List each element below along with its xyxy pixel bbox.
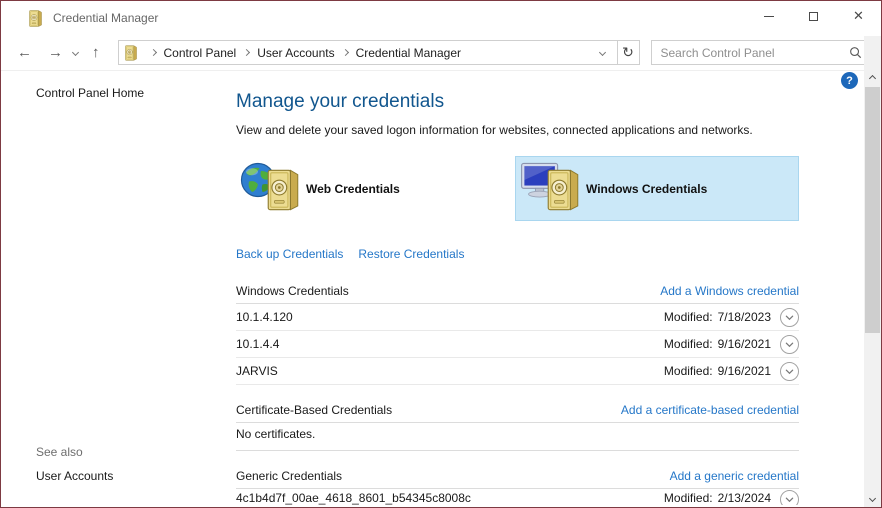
titlebar: Credential Manager ✕	[1, 1, 881, 35]
scroll-up-button[interactable]	[864, 70, 881, 87]
section-title: Windows Credentials	[236, 284, 349, 298]
credential-row: 10.1.4.120 Modified: 7/18/2023	[236, 304, 799, 331]
sidebar-see-also-label: See also	[36, 445, 83, 459]
scroll-down-button[interactable]	[864, 490, 881, 507]
minimize-icon	[763, 15, 774, 17]
modified-date: 2/13/2024	[717, 491, 771, 505]
credential-name: 10.1.4.4	[236, 337, 280, 351]
credential-actions: Back up Credentials Restore Credentials	[236, 247, 464, 261]
modified-date: 9/16/2021	[717, 364, 771, 378]
credential-name: JARVIS	[236, 364, 278, 378]
tab-web-credentials[interactable]: Web Credentials	[236, 156, 514, 221]
credential-modified: Modified: 2/13/2024	[664, 490, 771, 505]
maximize-icon	[809, 11, 818, 21]
chevron-down-icon	[781, 490, 798, 505]
chevron-down-icon	[598, 48, 606, 57]
tab-label: Windows Credentials	[586, 181, 708, 196]
page-description: View and delete your saved logon informa…	[236, 123, 753, 137]
credential-row: 10.1.4.4 Modified: 9/16/2021	[236, 331, 799, 358]
credential-row: JARVIS Modified: 9/16/2021	[236, 358, 799, 385]
add-certificate-credential-link[interactable]: Add a certificate-based credential	[621, 403, 799, 417]
modified-label: Modified:	[663, 310, 713, 324]
divider	[236, 450, 799, 451]
breadcrumb-separator[interactable]	[149, 48, 157, 57]
chevron-down-icon	[71, 48, 80, 57]
certificate-credentials-section-header: Certificate-Based Credentials Add a cert…	[236, 403, 799, 417]
window-controls: ✕	[746, 1, 881, 31]
back-button[interactable]: ←	[9, 45, 40, 60]
refresh-button[interactable]: ↻	[616, 40, 640, 65]
safe-icon	[547, 169, 579, 211]
add-windows-credential-link[interactable]: Add a Windows credential	[660, 284, 799, 298]
chevron-down-icon	[868, 494, 877, 503]
address-dropdown-button[interactable]	[592, 48, 613, 57]
minimize-button[interactable]	[746, 1, 791, 31]
divider	[236, 422, 799, 423]
sidebar-item-user-accounts[interactable]: User Accounts	[36, 469, 113, 483]
maximize-button[interactable]	[791, 1, 836, 31]
vertical-scrollbar[interactable]	[864, 36, 881, 507]
restore-credentials-link[interactable]: Restore Credentials	[358, 247, 464, 261]
close-button[interactable]: ✕	[836, 1, 881, 31]
up-button[interactable]: ↑	[84, 45, 108, 60]
forward-button[interactable]: →	[40, 45, 71, 60]
backup-credentials-link[interactable]: Back up Credentials	[236, 247, 343, 261]
add-generic-credential-link[interactable]: Add a generic credential	[670, 469, 799, 483]
navigation-bar: ← → ↑ Control Panel User Accounts Creden…	[1, 35, 881, 71]
generic-credentials-section-header: Generic Credentials Add a generic creden…	[236, 469, 799, 483]
credential-manager-icon	[125, 45, 137, 61]
credential-manager-icon	[29, 10, 42, 27]
chevron-down-icon	[781, 335, 798, 354]
breadcrumb-separator[interactable]	[243, 48, 251, 57]
windows-credentials-icon	[520, 160, 582, 218]
breadcrumb-user-accounts[interactable]: User Accounts	[257, 46, 334, 60]
expand-credential-button[interactable]	[780, 361, 799, 381]
search-icon[interactable]	[849, 46, 862, 59]
credential-name: 4c1b4d7f_00ae_4618_8601_b54345c8008c	[236, 491, 471, 505]
modified-label: Modified:	[663, 364, 713, 378]
help-button[interactable]: ?	[841, 72, 858, 89]
chevron-up-icon	[868, 74, 877, 83]
scrollbar-thumb[interactable]	[865, 87, 880, 333]
credential-modified: Modified: 7/18/2023	[664, 310, 771, 324]
breadcrumb-control-panel[interactable]: Control Panel	[164, 46, 237, 60]
credential-row: 4c1b4d7f_00ae_4618_8601_b54345c8008c Mod…	[236, 490, 799, 505]
modified-date: 9/16/2021	[717, 337, 771, 351]
chevron-right-icon	[341, 48, 349, 57]
web-credentials-icon	[240, 160, 302, 218]
credential-name: 10.1.4.120	[236, 310, 293, 324]
section-title: Certificate-Based Credentials	[236, 403, 393, 417]
sidebar-item-control-panel-home[interactable]: Control Panel Home	[36, 86, 144, 100]
tab-windows-credentials[interactable]: Windows Credentials	[515, 156, 799, 221]
divider	[236, 488, 799, 489]
chevron-right-icon	[149, 48, 157, 57]
modified-label: Modified:	[663, 491, 713, 505]
safe-icon	[267, 169, 299, 211]
address-bar[interactable]: Control Panel User Accounts Credential M…	[117, 40, 618, 65]
window-title: Credential Manager	[53, 11, 159, 25]
no-certificates-text: No certificates.	[236, 427, 316, 441]
page-title: Manage your credentials	[236, 91, 445, 112]
section-title: Generic Credentials	[236, 469, 343, 483]
credential-modified: Modified: 9/16/2021	[664, 337, 771, 351]
tab-label: Web Credentials	[306, 181, 400, 196]
chevron-down-icon	[781, 362, 798, 381]
breadcrumb-credential-manager[interactable]: Credential Manager	[356, 46, 461, 60]
recent-pages-dropdown[interactable]	[71, 48, 84, 57]
search-box	[650, 40, 871, 65]
modified-label: Modified:	[663, 337, 713, 351]
expand-credential-button[interactable]	[780, 490, 799, 505]
expand-credential-button[interactable]	[780, 307, 799, 327]
chevron-right-icon	[243, 48, 251, 57]
modified-date: 7/18/2023	[717, 310, 771, 324]
windows-credentials-section-header: Windows Credentials Add a Windows creden…	[236, 284, 799, 298]
expand-credential-button[interactable]	[780, 334, 799, 354]
search-input[interactable]	[651, 41, 849, 64]
breadcrumb-separator[interactable]	[341, 48, 349, 57]
credential-manager-window: Credential Manager ✕ ← → ↑ Control Panel…	[0, 0, 882, 508]
credential-modified: Modified: 9/16/2021	[664, 364, 771, 378]
chevron-down-icon	[781, 308, 798, 327]
